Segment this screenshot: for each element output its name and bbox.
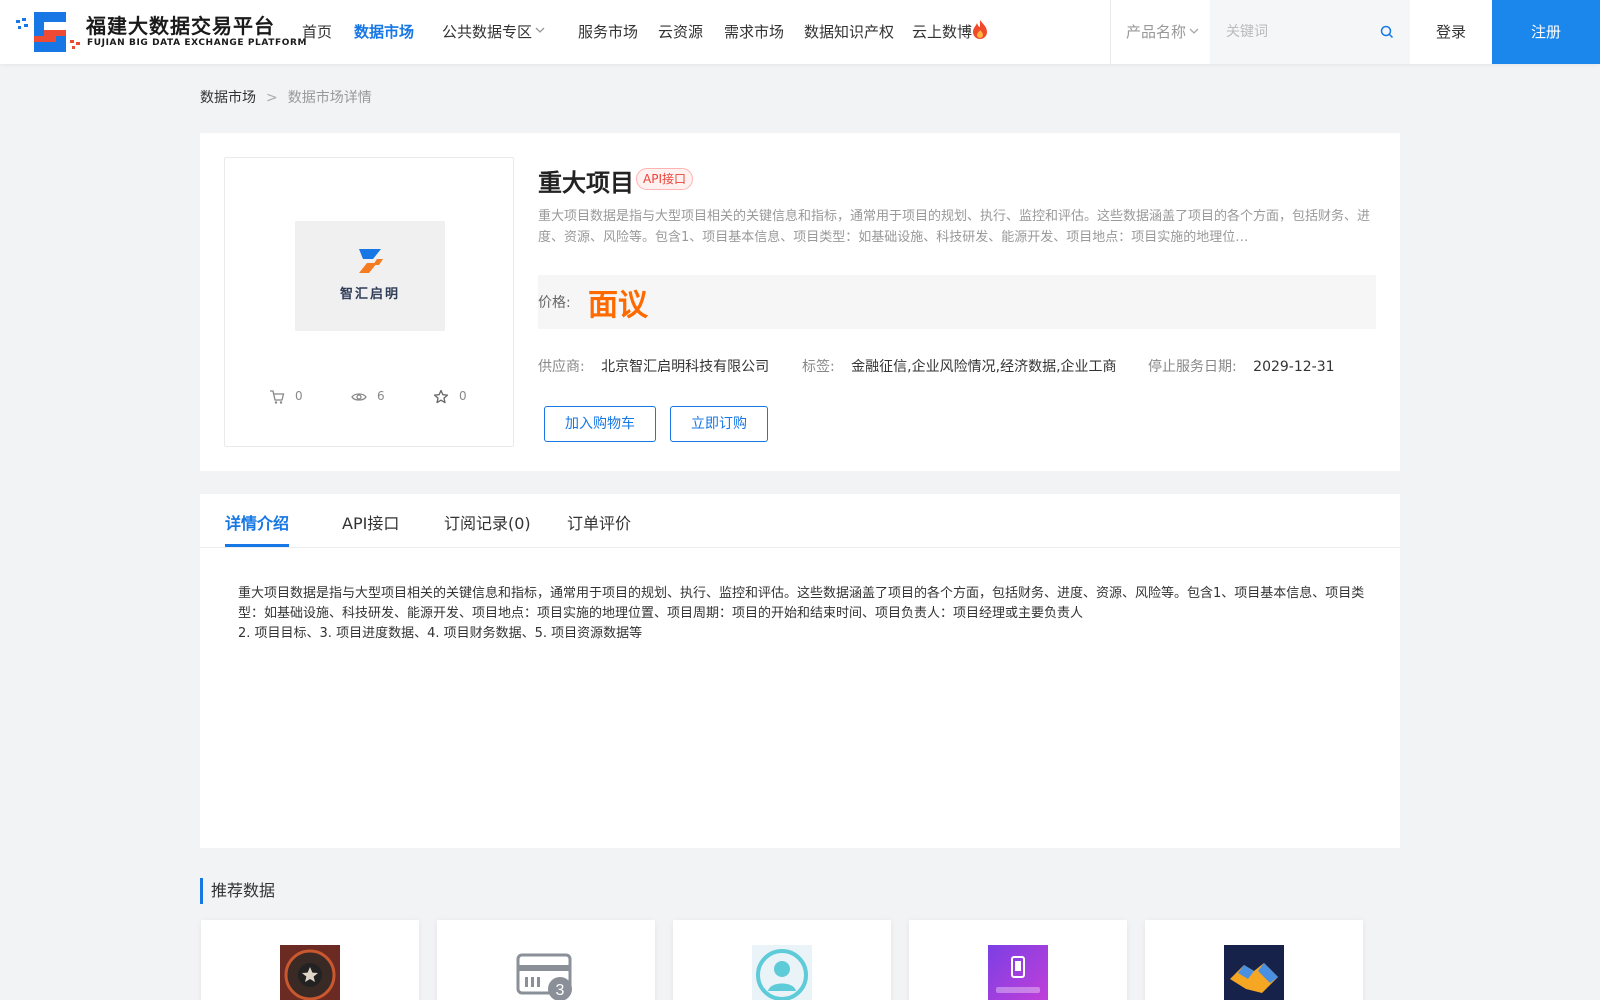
nav-item-demand-market[interactable]: 需求市场 [724, 21, 784, 42]
supplier-label: 供应商: [538, 359, 585, 375]
detail-description: 重大项目数据是指与大型项目相关的关键信息和指标，通常用于项目的规划、执行、监控和… [238, 586, 1365, 641]
recommend-card[interactable] [1145, 920, 1363, 1000]
person-circle-icon [752, 945, 812, 1000]
recommend-card[interactable] [201, 920, 419, 1000]
product-type-select[interactable]: 产品名称 [1126, 21, 1186, 42]
zhihui-logo-icon [359, 249, 383, 273]
tags-label: 标签: [802, 359, 835, 375]
fire-icon [973, 20, 987, 39]
product-summary-card: 智汇启明 0 6 0 重大项目 API接口 重大项目数据是指与大型项目相关的关键… [200, 133, 1400, 471]
recommend-section-title: 推荐数据 [200, 878, 275, 904]
star-icon[interactable] [433, 389, 449, 405]
nav-item-public-data[interactable]: 公共数据专区 [442, 21, 532, 42]
price-band: 价格: 面议 [538, 275, 1376, 329]
logo-title-en: FUJIAN BIG DATA EXCHANGE PLATFORM [87, 38, 308, 48]
register-button[interactable]: 注册 [1492, 0, 1600, 64]
tags-value: 金融征信,企业风险情况,经济数据,企业工商 [851, 359, 1117, 375]
search-box [1210, 0, 1410, 64]
tab-subscription-records[interactable]: 订阅记录(0) [444, 510, 531, 534]
product-description: 重大项目数据是指与大型项目相关的关键信息和指标，通常用于项目的规划、执行、监控和… [538, 209, 1371, 245]
supplier-info: 供应商: 北京智汇启明科技有限公司 [538, 356, 769, 376]
detail-card: 详情介绍 API接口 订阅记录(0) 订单评价 重大项目数据是指与大型项目相关的… [200, 494, 1400, 848]
logo-title-cn: 福建大数据交易平台 [86, 14, 275, 38]
end-date-label: 停止服务日期: [1148, 359, 1237, 375]
nav-item-home[interactable]: 首页 [302, 21, 332, 42]
site-logo[interactable]: 福建大数据交易平台 FUJIAN BIG DATA EXCHANGE PLATF… [16, 8, 306, 56]
detail-tabs: 详情介绍 API接口 订阅记录(0) 订单评价 [200, 494, 1400, 548]
product-title: 重大项目 [538, 169, 634, 197]
tags-info: 标签: 金融征信,企业风险情况,经济数据,企业工商 [802, 356, 1117, 376]
nav-item-cloud-resource[interactable]: 云资源 [658, 21, 703, 42]
recommend-card[interactable]: 3 [437, 920, 655, 1000]
product-type-badge: API接口 [636, 168, 693, 190]
nav-item-data-ip[interactable]: 数据知识产权 [804, 21, 894, 42]
nav-item-data-market[interactable]: 数据市场 [354, 21, 414, 42]
breadcrumb-data-market[interactable]: 数据市场 [200, 90, 256, 106]
recommend-card[interactable] [909, 920, 1127, 1000]
tab-order-reviews[interactable]: 订单评价 [567, 510, 631, 534]
end-date-value: 2029-12-31 [1253, 359, 1335, 375]
handshake-icon [1224, 945, 1284, 1000]
view-count-value: 6 [377, 389, 385, 403]
chevron-down-icon[interactable] [534, 24, 546, 36]
tab-details[interactable]: 详情介绍 [225, 510, 289, 534]
search-icon[interactable] [1380, 25, 1394, 39]
nav-item-cloud-expo[interactable]: 云上数博 [912, 21, 972, 42]
price-label: 价格: [538, 295, 571, 311]
chevron-down-icon[interactable] [1188, 25, 1200, 37]
product-thumbnail: 智汇启明 [295, 221, 445, 331]
top-navbar: 福建大数据交易平台 FUJIAN BIG DATA EXCHANGE PLATF… [0, 0, 1600, 64]
search-input[interactable] [1226, 20, 1366, 44]
end-date-info: 停止服务日期: 2029-12-31 [1148, 356, 1335, 376]
cart-count-value: 0 [295, 389, 303, 403]
tab-api[interactable]: API接口 [342, 510, 399, 534]
header-divider [1110, 0, 1111, 64]
nav-item-service-market[interactable]: 服务市场 [578, 21, 638, 42]
breadcrumb-separator: > [266, 90, 278, 106]
svg-text:3: 3 [556, 982, 565, 999]
subscribe-now-button[interactable]: 立即订购 [670, 406, 768, 442]
breadcrumb: 数据市场 > 数据市场详情 [200, 87, 372, 107]
add-to-cart-button[interactable]: 加入购物车 [544, 406, 656, 442]
favorite-count-value: 0 [459, 389, 467, 403]
product-thumbnail-frame: 智汇启明 0 6 0 [224, 157, 514, 447]
price-value: 面议 [588, 288, 648, 323]
logo-mark-icon [16, 12, 80, 52]
active-tab-indicator [225, 544, 289, 547]
badge-star-icon [280, 945, 340, 1000]
recommend-card[interactable] [673, 920, 891, 1000]
login-button[interactable]: 登录 [1436, 21, 1466, 42]
cart-icon [270, 390, 285, 404]
supplier-name[interactable]: 北京智汇启明科技有限公司 [601, 359, 769, 375]
breadcrumb-current: 数据市场详情 [287, 90, 372, 106]
product-thumbnail-label: 智汇启明 [339, 287, 400, 302]
card-number-icon: 3 [516, 953, 572, 1000]
eye-icon [351, 393, 367, 401]
phone-verify-icon [988, 945, 1048, 1000]
